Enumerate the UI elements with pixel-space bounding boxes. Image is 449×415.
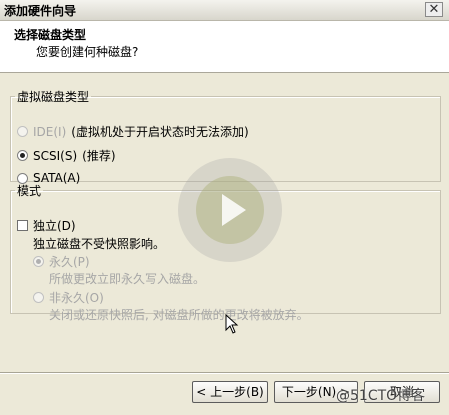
independent-description: 独立磁盘不受快照影响。 [33, 237, 166, 251]
wizard-header: 选择磁盘类型 您要创建何种磁盘? [0, 21, 449, 73]
radio-scsi[interactable]: SCSI(S) (推荐) [17, 147, 116, 164]
independent-checkbox-label: 独立(D) [33, 219, 76, 233]
radio-persistent-button [33, 256, 44, 267]
close-icon: ✕ [428, 2, 440, 17]
button-separator [0, 372, 449, 374]
close-button[interactable]: ✕ [425, 2, 443, 17]
back-button[interactable]: < 上一步(B) [192, 381, 268, 403]
persistent-description: 所做更改立即永久写入磁盘。 [49, 272, 206, 286]
radio-nonpersistent: 非永久(O) [33, 289, 104, 306]
radio-ide-note: (虚拟机处于开启状态时无法添加) [71, 125, 249, 139]
window-title: 添加硬件向导 [4, 4, 77, 18]
radio-ide: IDE(I) (虚拟机处于开启状态时无法添加) [17, 123, 249, 140]
radio-persistent-label: 永久(P) [49, 255, 90, 269]
title-bar: 添加硬件向导 ✕ [0, 0, 449, 21]
page-subtitle: 您要创建何种磁盘? [36, 45, 139, 59]
mode-legend: 模式 [17, 184, 42, 198]
play-icon [196, 176, 264, 244]
radio-persistent: 永久(P) [33, 253, 90, 270]
independent-checkbox-box[interactable] [17, 220, 28, 231]
radio-nonpersistent-button [33, 292, 44, 303]
video-play-overlay[interactable] [178, 158, 282, 262]
disk-type-legend: 虚拟磁盘类型 [17, 90, 90, 104]
independent-checkbox[interactable]: 独立(D) [17, 217, 76, 234]
radio-scsi-label: SCSI(S) [33, 148, 78, 163]
radio-ide-button [17, 126, 28, 137]
nonpersistent-description: 关闭或还原快照后, 对磁盘所做的更改将被放弃。 [49, 308, 309, 322]
radio-scsi-note: (推荐) [82, 149, 116, 163]
mouse-cursor-icon [225, 314, 239, 334]
radio-nonpersistent-label: 非永久(O) [49, 291, 104, 305]
watermark: @51CTO博客 [336, 388, 426, 404]
radio-ide-label: IDE(I) [33, 124, 67, 139]
page-title: 选择磁盘类型 [14, 28, 87, 42]
radio-scsi-button[interactable] [17, 150, 28, 161]
